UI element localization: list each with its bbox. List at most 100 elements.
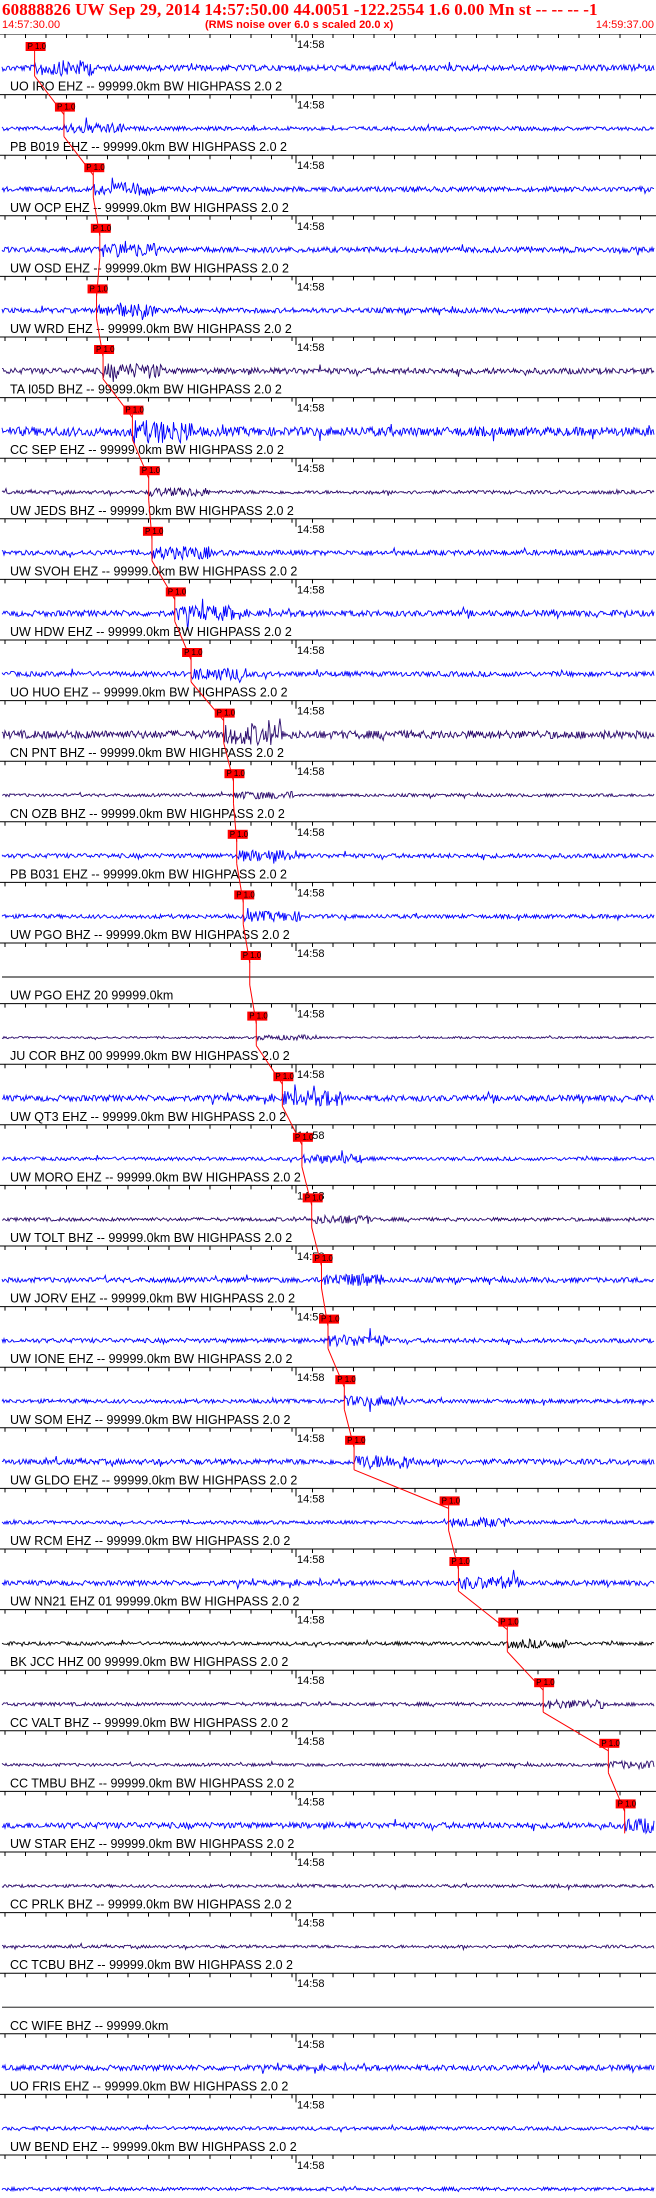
waveform <box>1 117 655 134</box>
time-tick-label: 14:58 <box>297 281 325 293</box>
pick-label: P 1.0 <box>618 1799 637 1808</box>
pick-label: P 1.0 <box>168 587 187 596</box>
pick-label: P 1.0 <box>96 345 115 354</box>
pick-label: P 1.0 <box>442 1496 461 1505</box>
pick-label: P 1.0 <box>28 42 47 51</box>
station-label: UW HDW EHZ -- 99999.0km BW HIGHPASS 2.0 … <box>10 625 292 639</box>
time-tick-label: 14:58 <box>297 1675 325 1687</box>
station-label: CC TMBU BHZ -- 99999.0km BW HIGHPASS 2.0… <box>10 1776 294 1790</box>
time-tick-label: 14:58 <box>297 645 325 657</box>
waveform <box>1 2060 655 2074</box>
waveform <box>1 1213 655 1225</box>
pick-label: P 1.0 <box>451 1557 470 1566</box>
pick-label: P 1.0 <box>243 951 262 960</box>
waveform <box>1 1882 655 1891</box>
time-tick-label: 14:58 <box>297 1009 325 1021</box>
plot-header: 60888826 UW Sep 29, 2014 14:57:50.00 44.… <box>0 0 656 34</box>
pick-label: P 1.0 <box>275 1072 294 1081</box>
station-label: CC TCBU BHZ -- 99999.0km BW HIGHPASS 2.0… <box>10 1958 293 1972</box>
station-label: UW PGO EHZ 20 99999.0km <box>10 989 173 1003</box>
waveform <box>1 362 655 383</box>
station-label: CC SEP EHZ -- 99999.0km BW HIGHPASS 2.0 … <box>10 443 284 457</box>
time-tick-label: 14:58 <box>297 221 325 233</box>
pick-label: P 1.0 <box>184 648 203 657</box>
time-tick-label: 14:58 <box>297 2039 325 2051</box>
time-tick-label: 14:58 <box>297 1796 325 1808</box>
station-label: TA I05D BHZ -- 99999.0km BW HIGHPASS 2.0… <box>10 383 282 397</box>
station-label: CN OZB BHZ -- 99999.0km BW HIGHPASS 2.0 … <box>10 807 285 821</box>
pick-label: P 1.0 <box>305 1193 324 1202</box>
pick-label: P 1.0 <box>230 830 249 839</box>
waveform <box>1 1084 655 1107</box>
time-tick-label: 14:58 <box>297 342 325 354</box>
pick-label: P 1.0 <box>500 1618 519 1627</box>
waveform <box>1 1759 655 1771</box>
waveform <box>1 1455 655 1471</box>
waveform <box>1 302 655 321</box>
time-tick-label: 14:58 <box>297 2160 325 2172</box>
time-tick-label: 14:58 <box>297 1736 325 1748</box>
pick-label: P 1.0 <box>536 1678 555 1687</box>
waveform <box>1 1698 655 1710</box>
pick-label: P 1.0 <box>337 1375 356 1384</box>
waveform <box>1 420 655 445</box>
station-label: UW JEDS BHZ -- 99999.0km BW HIGHPASS 2.0… <box>10 504 294 518</box>
station-label: PB B031 EHZ -- 99999.0km BW HIGHPASS 2.0… <box>10 867 287 881</box>
waveform <box>1 849 655 864</box>
station-label: UW IONE EHZ -- 99999.0km BW HIGHPASS 2.0… <box>10 1352 293 1366</box>
time-tick-label: 14:58 <box>297 39 325 51</box>
time-tick-label: 14:58 <box>297 887 325 899</box>
station-label: CC PRLK BHZ -- 99999.0km BW HIGHPASS 2.0… <box>10 1898 292 1912</box>
waveform <box>1 1516 655 1529</box>
pick-label: P 1.0 <box>314 1254 333 1263</box>
time-tick-label: 14:58 <box>297 1978 325 1990</box>
station-label: UO HUO EHZ -- 99999.0km BW HIGHPASS 2.0 … <box>10 686 288 700</box>
waveform <box>1 1818 655 1835</box>
waveform <box>1 718 655 747</box>
time-tick-label: 14:58 <box>297 2099 325 2111</box>
time-tick-label: 14:58 <box>297 584 325 596</box>
station-label: PB B019 EHZ -- 99999.0km BW HIGHPASS 2.0… <box>10 140 287 154</box>
pick-label: P 1.0 <box>90 284 109 293</box>
pick-label: P 1.0 <box>86 163 105 172</box>
pick-label: P 1.0 <box>321 1315 340 1324</box>
time-tick-label: 14:58 <box>297 948 325 960</box>
pick-label: P 1.0 <box>93 224 112 233</box>
waveform <box>1 546 655 561</box>
station-label: UW WRD EHZ -- 99999.0km BW HIGHPASS 2.0 … <box>10 322 292 336</box>
time-tick-label: 14:58 <box>297 827 325 839</box>
waveform <box>1 1942 655 1952</box>
station-label: UW OSD EHZ -- 99999.0km BW HIGHPASS 2.0 … <box>10 261 289 275</box>
waveform <box>1 486 655 498</box>
pick-label: P 1.0 <box>347 1436 366 1445</box>
waveform <box>1 1033 655 1042</box>
time-tick-label: 14:58 <box>297 706 325 718</box>
time-tick-label: 14:58 <box>297 160 325 172</box>
waveform <box>1 60 655 77</box>
station-label: BK JCC HHZ 00 99999.0km BW HIGHPASS 2.0 … <box>10 1655 288 1669</box>
rms-subtitle: (RMS noise over 6.0 s scaled 20.0 x) <box>205 19 394 31</box>
station-label: UW TOLT BHZ -- 99999.0km BW HIGHPASS 2.0… <box>10 1231 292 1245</box>
pick-label: P 1.0 <box>249 1012 268 1021</box>
station-label: UW SVOH EHZ -- 99999.0km BW HIGHPASS 2.0… <box>10 564 297 578</box>
pick-label: P 1.0 <box>142 466 161 475</box>
time-tick-label: 14:58 <box>297 1918 325 1930</box>
station-label: UW BEND EHZ -- 99999.0km BW HIGHPASS 2.0… <box>10 2140 297 2154</box>
pick-label: P 1.0 <box>236 890 255 899</box>
waveform <box>1 1638 655 1650</box>
time-tick-label: 14:58 <box>297 1433 325 1445</box>
pick-label: P 1.0 <box>125 406 144 415</box>
waveform <box>1 177 655 197</box>
station-label: JU COR BHZ 00 99999.0km BW HIGHPASS 2.0 … <box>10 1049 290 1063</box>
time-tick-label: 14:58 <box>297 1372 325 1384</box>
time-tick-label: 14:58 <box>297 1554 325 1566</box>
station-label: UO IRO EHZ -- 99999.0km BW HIGHPASS 2.0 … <box>10 80 282 94</box>
station-label: UW SOM EHZ -- 99999.0km BW HIGHPASS 2.0 … <box>10 1413 290 1427</box>
time-tick-label: 14:58 <box>297 1069 325 1081</box>
station-label: CC WIFE BHZ -- 99999.0km <box>10 2019 168 2033</box>
time-tick-label: 14:58 <box>297 1857 325 1869</box>
pick-label: P 1.0 <box>57 103 76 112</box>
station-label: UW QT3 EHZ -- 99999.0km BW HIGHPASS 2.0 … <box>10 1110 286 1124</box>
time-tick-label: 14:58 <box>297 100 325 112</box>
waveform <box>1 667 655 684</box>
